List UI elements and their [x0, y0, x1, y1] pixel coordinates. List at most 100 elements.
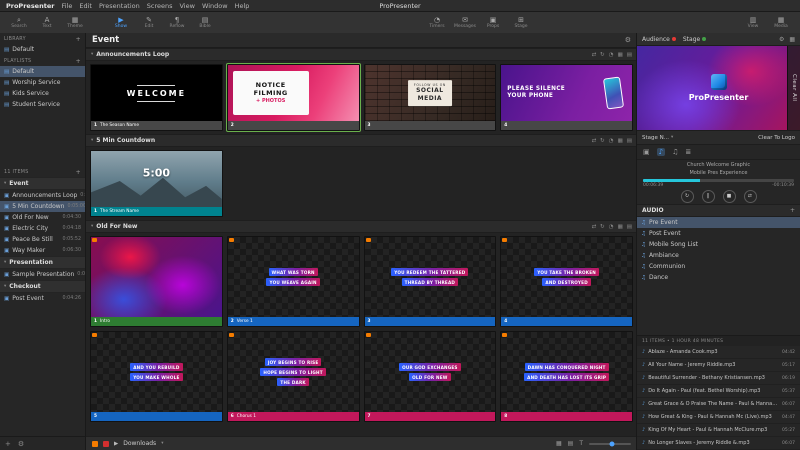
shuffle-icon[interactable]: ⇄: [592, 224, 597, 230]
library-add-icon[interactable]: +: [76, 36, 81, 43]
slide-social-media[interactable]: FOLLOW US ON SOCIAL MEDIA 3: [363, 64, 497, 131]
audio-note-icon[interactable]: ♪: [656, 148, 666, 156]
text-size-icon[interactable]: T: [579, 440, 583, 447]
song-row[interactable]: ♪ How Great & King - Paul & Hannah Mc (L…: [637, 411, 800, 424]
stage-button[interactable]: ⊞ Stage: [508, 13, 534, 32]
stop-icon[interactable]: ■: [722, 189, 736, 203]
slide-chorus1-b[interactable]: OUR GOD EXCHANGES OLD FOR NEW 7: [363, 331, 497, 422]
menu-item-help[interactable]: Help: [235, 2, 250, 10]
group-row-checkout[interactable]: ▾ Checkout: [0, 280, 85, 293]
add-audio-playlist-icon[interactable]: +: [790, 207, 795, 214]
clear-all-button[interactable]: Clear All: [787, 46, 800, 130]
list-view-icon[interactable]: ▤: [627, 52, 632, 58]
slide-countdown[interactable]: 5:00 1 The Stream Name: [90, 150, 223, 217]
playlist-item-kids-service[interactable]: ▤ Kids Service: [0, 88, 85, 99]
gear-icon[interactable]: ⚙: [779, 36, 784, 43]
media-button[interactable]: ▦ Media: [768, 13, 794, 32]
song-row[interactable]: ♪ All Your Name - Jeremy Riddle.mp3 05:1…: [637, 359, 800, 372]
song-row[interactable]: ♪ No Longer Slaves - Jeremy Riddle &.mp3…: [637, 437, 800, 450]
slide-welcome[interactable]: WELCOME 1 The Season Name: [90, 64, 223, 131]
thumbnail-size-slider[interactable]: [589, 441, 631, 446]
grid-view-icon[interactable]: ▦: [556, 440, 562, 447]
playlists-add-icon[interactable]: +: [76, 58, 81, 65]
menu-item-presentation[interactable]: Presentation: [99, 2, 140, 10]
playlist-row-electric-city[interactable]: ▣ Electric City 0:04:18: [0, 223, 85, 234]
mixer-icon[interactable]: ≣: [685, 148, 691, 156]
slide-silence-phone[interactable]: PLEASE SILENCE YOUR PHONE 4: [500, 64, 633, 131]
timer-icon[interactable]: ◔: [609, 138, 614, 144]
slide-chorus1-a[interactable]: JOY BEGINS TO RISE HOPE BEGINS TO LIGHT …: [226, 331, 360, 422]
playlist-row-peace-be-still[interactable]: ▣ Peace Be Still 0:05:52: [0, 234, 85, 245]
playlist-row-5-min-countdown[interactable]: ▣ 5 Min Countdown 0:05:00: [0, 201, 85, 212]
add-item-icon[interactable]: +: [76, 169, 81, 176]
section-header-announcements[interactable]: ▾ Announcements Loop ⇄ ↻ ◔ ▦ ▤: [86, 48, 637, 61]
shuffle-icon[interactable]: ⇄: [743, 189, 757, 203]
shuffle-icon[interactable]: ⇄: [592, 138, 597, 144]
menu-item-propresenter[interactable]: ProPresenter: [6, 2, 54, 10]
song-row[interactable]: ♪ King Of My Heart - Paul & Hannah McClu…: [637, 424, 800, 437]
group-row-event[interactable]: ▾ Event: [0, 177, 85, 190]
slide-verse1-c[interactable]: YOU TAKE THE BROKEN AND DESTROYED 4: [500, 236, 633, 327]
menu-item-view[interactable]: View: [180, 2, 195, 10]
playlist-item-student-service[interactable]: ▤ Student Service: [0, 99, 85, 110]
music-icon[interactable]: ♫: [672, 148, 678, 156]
theme-button[interactable]: ▦ Theme: [62, 13, 88, 32]
show-mode-button[interactable]: ▶ Show: [108, 13, 134, 32]
tab-audience[interactable]: Audience: [642, 36, 676, 43]
shuffle-icon[interactable]: ⇄: [592, 52, 597, 58]
reflow-mode-button[interactable]: ¶ Reflow: [164, 13, 190, 32]
audio-playlist-mobile-song-list[interactable]: ♫ Mobile Song List: [637, 239, 800, 250]
song-row[interactable]: ♪ Do It Again - Paul (feat. Bethel Worsh…: [637, 385, 800, 398]
loop-icon[interactable]: ↻: [680, 189, 694, 203]
downloads-label[interactable]: Downloads: [123, 440, 156, 447]
grid-view-icon[interactable]: ▦: [618, 224, 623, 230]
audio-playlist-pre-event[interactable]: ♫ Pre Event: [637, 217, 800, 228]
library-item-default[interactable]: ▤ Default: [0, 44, 85, 55]
grid-view-icon[interactable]: ▦: [618, 52, 623, 58]
menu-item-edit[interactable]: Edit: [79, 2, 92, 10]
timer-icon[interactable]: ◔: [609, 224, 614, 230]
audio-playlist-communion[interactable]: ♫ Communion: [637, 261, 800, 272]
menu-item-window[interactable]: Window: [202, 2, 228, 10]
menu-item-screens[interactable]: Screens: [147, 2, 173, 10]
pause-icon[interactable]: ‖: [701, 189, 715, 203]
section-header-old-for-new[interactable]: ▾ Old For New ⇄ ↻ ◔ ▦ ▤: [86, 220, 637, 233]
slider-knob[interactable]: [609, 441, 615, 446]
playlist-item-worship-service[interactable]: ▤ Worship Service: [0, 77, 85, 88]
playlist-row-post-event[interactable]: ▣ Post Event 0:04:26: [0, 293, 85, 304]
loop-icon[interactable]: ↻: [600, 224, 605, 230]
display-icon[interactable]: ▣: [643, 148, 650, 156]
text-button[interactable]: A Text: [34, 13, 60, 32]
slide-intro[interactable]: 1 Intro: [90, 236, 223, 327]
audio-playlist-ambiance[interactable]: ♫ Ambiance: [637, 250, 800, 261]
props-button[interactable]: ▣ Props: [480, 13, 506, 32]
loop-icon[interactable]: ↻: [600, 138, 605, 144]
menu-item-file[interactable]: File: [61, 2, 72, 10]
search-button[interactable]: ⌕ Search: [6, 13, 32, 32]
clear-to-logo-button[interactable]: Clear To Logo: [758, 135, 795, 141]
grid-view-icon[interactable]: ▦: [618, 138, 623, 144]
slide-chorus1-c[interactable]: DAWN HAS CONQUERED NIGHT AND DEATH HAS L…: [500, 331, 633, 422]
messages-button[interactable]: ✉ Messages: [452, 13, 478, 32]
slide-notice-filming[interactable]: NOTICE FILMING + PHOTOS 2: [225, 63, 361, 132]
song-row[interactable]: ♪ Ablaze - Amanda Cook.mp3 04:42: [637, 346, 800, 359]
gear-icon[interactable]: ⚙: [625, 36, 631, 44]
tab-stage[interactable]: Stage: [683, 36, 707, 43]
grid-view-icon[interactable]: ▦: [789, 36, 795, 43]
timers-button[interactable]: ◔ Timers: [424, 13, 450, 32]
list-view-icon[interactable]: ▤: [568, 440, 574, 447]
playlist-row-old-for-new[interactable]: ▣ Old For New 0:04:30: [0, 212, 85, 223]
slide-verse1-d[interactable]: AND YOU REBUILD YOU MAKE WHOLE 5: [90, 331, 223, 422]
gear-icon[interactable]: ⚙: [18, 440, 24, 448]
add-icon[interactable]: +: [5, 440, 11, 448]
view-button[interactable]: ▥ View: [740, 13, 766, 32]
song-row[interactable]: ♪ Beautiful Surrender - Bethany Kristian…: [637, 372, 800, 385]
progress-bar[interactable]: [643, 179, 794, 182]
list-view-icon[interactable]: ▤: [627, 224, 632, 230]
slide-verse1-b[interactable]: YOU REDEEM THE TATTERED THREAD BY THREAD…: [363, 236, 497, 327]
audio-playlist-post-event[interactable]: ♫ Post Event: [637, 228, 800, 239]
list-view-icon[interactable]: ▤: [627, 138, 632, 144]
playlist-row-way-maker[interactable]: ▣ Way Maker 0:06:30: [0, 245, 85, 256]
play-icon[interactable]: ▶: [114, 441, 118, 447]
audio-playlist-dance[interactable]: ♫ Dance: [637, 272, 800, 283]
